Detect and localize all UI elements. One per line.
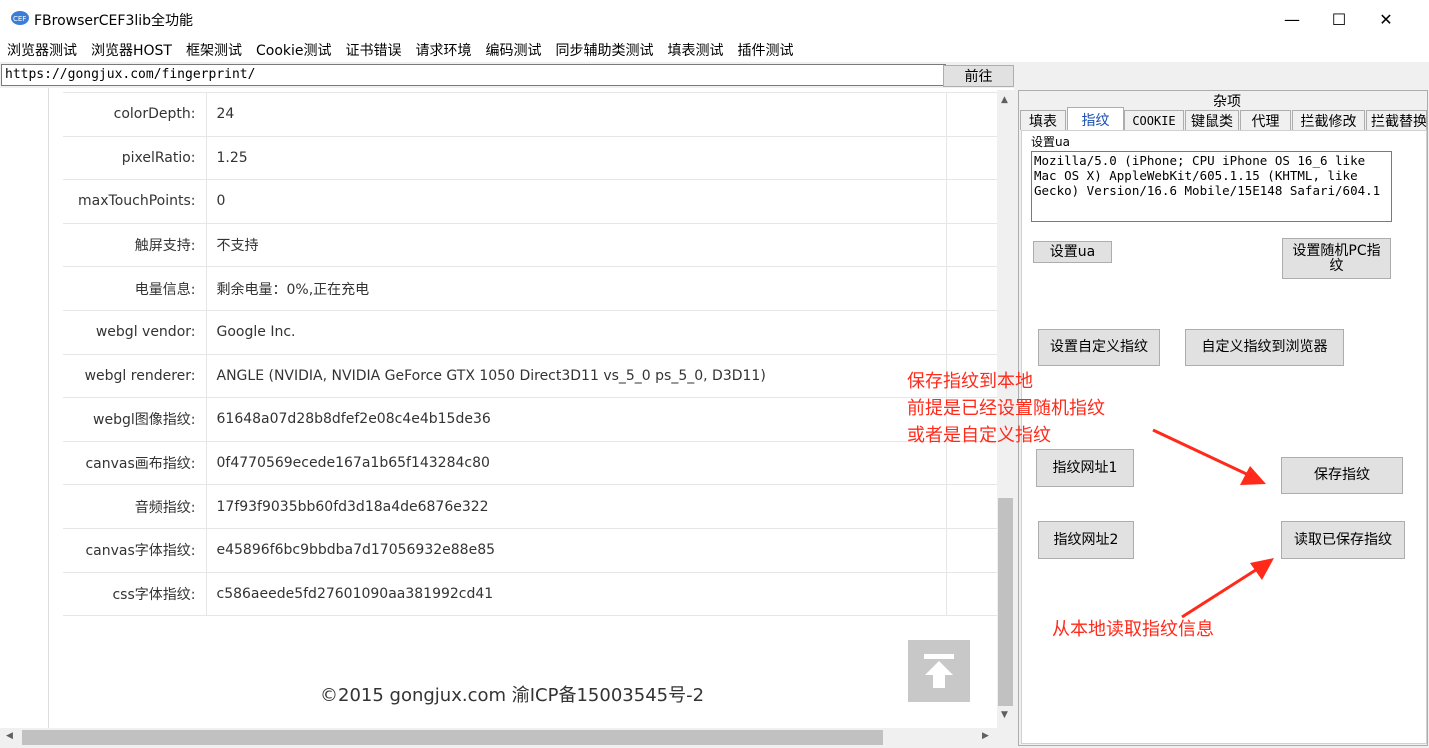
row-label: 触屏支持: [63, 223, 207, 267]
table-row: css字体指纹: c586aeede5fd27601090aa381992cd41 [63, 572, 997, 616]
row-value: Google Inc. [206, 310, 947, 355]
page-footer: ©2015 gongjux.com 渝ICP备15003545号-2 [320, 685, 705, 706]
annotation-read: 从本地读取指纹信息 [1052, 619, 1214, 640]
tab-intercept-replace[interactable]: 拦截替换 [1366, 110, 1427, 130]
table-row: webgl vendor: Google Inc. [63, 310, 997, 355]
table-row: canvas画布指纹: 0f4770569ecede167a1b65f143284… [63, 441, 997, 485]
menu-cert-error[interactable]: 证书错误 [339, 40, 409, 60]
back-to-top-button[interactable] [908, 640, 970, 702]
horizontal-scroll-thumb[interactable] [22, 730, 883, 745]
row-value: 0 [206, 179, 947, 224]
fingerprint-table: colorDepth: 24 pixelRatio: 1.25 maxTouchPo… [63, 92, 997, 616]
scroll-down-arrow-icon[interactable]: ▼ [1001, 710, 1008, 720]
row-label: maxTouchPoints: [63, 179, 207, 224]
table-row: canvas字体指纹: e45896f6bc9bbdba7d17056932e88… [63, 528, 997, 573]
row-value: e45896f6bc9bbdba7d17056932e88e85 [206, 528, 947, 573]
row-value: 0f4770569ecede167a1b65f143284c80 [206, 441, 947, 485]
menu-sync-helper-test[interactable]: 同步辅助类测试 [549, 40, 661, 60]
row-label: 电量信息: [63, 266, 207, 311]
row-value: 不支持 [206, 223, 947, 267]
menu-plugin-test[interactable]: 插件测试 [731, 40, 801, 60]
menu-bar: 浏览器测试 浏览器HOST 框架测试 Cookie测试 证书错误 请求环境 编码… [0, 38, 1429, 62]
custom-fingerprint-to-browser-button[interactable]: 自定义指纹到浏览器 [1185, 329, 1344, 366]
row-value: 17f93f9035bb60fd3d18a4de6876e322 [206, 484, 947, 529]
tab-cookie[interactable]: COOKIE [1124, 110, 1184, 130]
panel-title: 杂项 [1213, 94, 1241, 110]
save-fingerprint-button[interactable]: 保存指纹 [1281, 457, 1403, 494]
maximize-button[interactable]: ☐ [1316, 0, 1362, 38]
vertical-scroll-thumb[interactable] [998, 498, 1013, 706]
scroll-left-arrow-icon[interactable]: ◀ [6, 731, 13, 741]
scroll-up-arrow-icon[interactable]: ▲ [1001, 95, 1008, 105]
window-title: FBrowserCEF3lib全功能 [34, 13, 194, 29]
table-row: 触屏支持: 不支持 [63, 223, 997, 267]
set-ua-button[interactable]: 设置ua [1033, 241, 1112, 263]
fingerprint-url1-button[interactable]: 指纹网址1 [1036, 449, 1134, 487]
row-value: 剩余电量：0%,正在充电 [206, 266, 947, 311]
annotation-save-line3: 或者是自定义指纹 [907, 425, 1051, 446]
browser-viewport: colorDepth: 24 pixelRatio: 1.25 maxTouchPo… [0, 88, 1014, 730]
tab-keyboard-mouse[interactable]: 键鼠类 [1185, 110, 1239, 130]
close-button[interactable]: ✕ [1363, 0, 1409, 38]
row-label: canvas字体指纹: [63, 528, 207, 573]
fingerprint-url2-button[interactable]: 指纹网址2 [1038, 521, 1134, 559]
menu-frame-test[interactable]: 框架测试 [179, 40, 249, 60]
read-saved-fingerprint-button[interactable]: 读取已保存指纹 [1281, 521, 1405, 559]
page-content: colorDepth: 24 pixelRatio: 1.25 maxTouchPo… [48, 88, 997, 730]
menu-cookie-test[interactable]: Cookie测试 [249, 40, 339, 60]
row-label: canvas画布指纹: [63, 441, 207, 485]
row-value: 24 [206, 92, 947, 137]
ua-label: 设置ua [1031, 135, 1070, 149]
tab-intercept-modify[interactable]: 拦截修改 [1292, 110, 1365, 130]
svg-text:CEF: CEF [13, 15, 26, 23]
row-value: c586aeede5fd27601090aa381992cd41 [206, 572, 947, 616]
table-row: 音频指纹: 17f93f9035bb60fd3d18a4de6876e322 [63, 484, 997, 529]
tab-fingerprint[interactable]: 指纹 [1067, 107, 1124, 131]
scroll-right-arrow-icon[interactable]: ▶ [982, 731, 989, 741]
ua-textarea[interactable]: Mozilla/5.0 (iPhone; CPU iPhone OS 16_6 … [1031, 151, 1392, 222]
table-row: 电量信息: 剩余电量：0%,正在充电 [63, 266, 997, 311]
title-bar [0, 0, 1429, 38]
row-label: pixelRatio: [63, 136, 207, 180]
row-label: webgl vendor: [63, 310, 207, 355]
table-row: webgl renderer: ANGLE (NVIDIA, NVIDIA GeF… [63, 354, 997, 398]
minimize-button[interactable]: — [1269, 0, 1315, 38]
menu-request-env[interactable]: 请求环境 [409, 40, 479, 60]
table-row: pixelRatio: 1.25 [63, 136, 997, 180]
menu-browser-host[interactable]: 浏览器HOST [84, 40, 179, 60]
url-input[interactable] [1, 64, 946, 86]
annotation-save-line1: 保存指纹到本地 [907, 371, 1033, 392]
fingerprint-tab-page [1021, 130, 1427, 744]
tab-proxy[interactable]: 代理 [1240, 110, 1291, 130]
row-value: ANGLE (NVIDIA, NVIDIA GeForce GTX 1050 D… [206, 354, 947, 398]
annotation-save-line2: 前提是已经设置随机指纹 [907, 398, 1105, 419]
menu-form-fill-test[interactable]: 填表测试 [661, 40, 731, 60]
arrow-up-icon [924, 654, 954, 688]
row-value: 1.25 [206, 136, 947, 180]
menu-browser-test[interactable]: 浏览器测试 [0, 40, 84, 60]
row-label: 音频指纹: [63, 484, 207, 529]
table-row: webgl图像指纹: 61648a07d28b8dfef2e08c4e4b15de… [63, 397, 997, 442]
app-icon: CEF [10, 10, 30, 26]
set-custom-fingerprint-button[interactable]: 设置自定义指纹 [1038, 329, 1160, 366]
menu-encoding-test[interactable]: 编码测试 [479, 40, 549, 60]
row-value: 61648a07d28b8dfef2e08c4e4b15de36 [206, 397, 947, 442]
row-label: css字体指纹: [63, 572, 207, 616]
row-label: webgl图像指纹: [63, 397, 207, 442]
row-label: colorDepth: [63, 92, 207, 137]
table-row: maxTouchPoints: 0 [63, 179, 997, 224]
tab-form-fill[interactable]: 填表 [1020, 110, 1066, 130]
table-row: colorDepth: 24 [63, 92, 997, 137]
set-random-pc-fingerprint-button[interactable]: 设置随机PC指纹 [1282, 238, 1391, 279]
go-button[interactable]: 前往 [943, 65, 1014, 87]
row-label: webgl renderer: [63, 354, 207, 398]
